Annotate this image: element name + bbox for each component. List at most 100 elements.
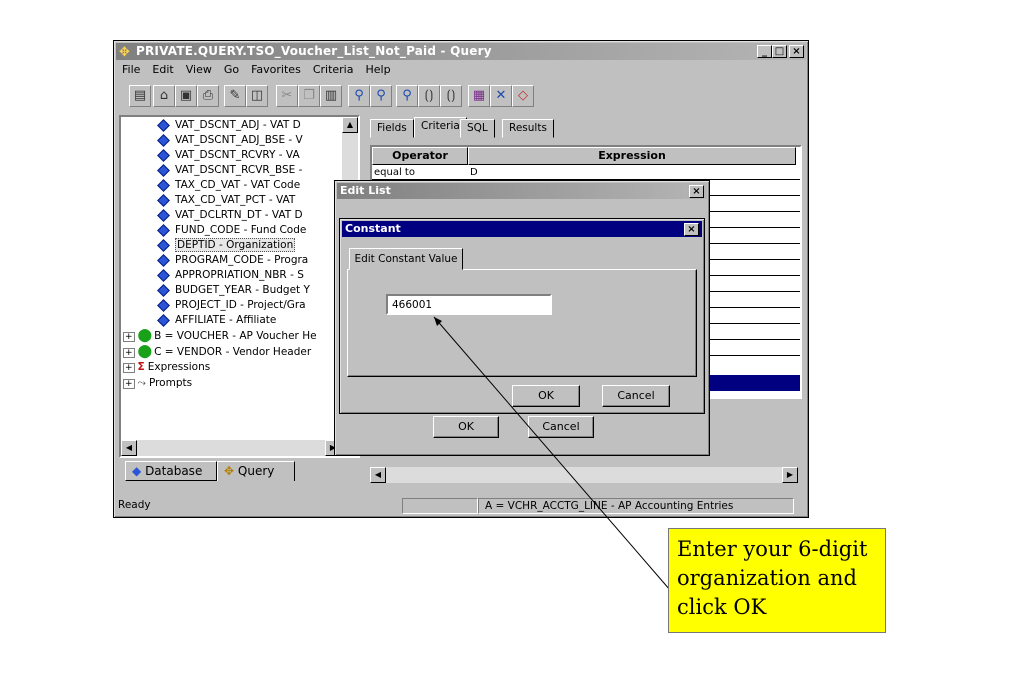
- run-icon[interactable]: ▦: [468, 85, 490, 107]
- tree-field-item[interactable]: VAT_DSCNT_ADJ_BSE - V: [157, 133, 303, 148]
- status-bar: Ready A = VCHR_ACCTG_LINE - AP Accountin…: [116, 497, 806, 515]
- ungroup-icon[interactable]: ⟮⟯: [440, 85, 462, 107]
- criteria-operator-cell[interactable]: equal to: [372, 166, 470, 179]
- grid-horizontal-scrollbar[interactable]: ◀ ▶: [370, 467, 798, 483]
- menu-go[interactable]: Go: [218, 63, 245, 76]
- column-header-operator[interactable]: Operator: [372, 147, 468, 165]
- erase-icon[interactable]: ◇: [512, 85, 534, 107]
- tree-prompts[interactable]: + ⤳ Prompts: [123, 376, 192, 391]
- tree-field-item[interactable]: AFFILIATE - Affiliate: [157, 313, 276, 328]
- delete-criteria-icon[interactable]: ⚲: [370, 85, 392, 107]
- constant-dialog: Constant × Edit Constant Value OK Cancel: [339, 218, 705, 414]
- constant-ok-button[interactable]: OK: [512, 385, 580, 407]
- status-record: A = VCHR_ACCTG_LINE - AP Accounting Entr…: [478, 498, 794, 514]
- criteria-expression-cell[interactable]: D: [470, 166, 478, 179]
- expand-icon[interactable]: +: [123, 348, 135, 358]
- status-text: Ready: [118, 499, 151, 511]
- tree-field-item[interactable]: FUND_CODE - Fund Code: [157, 223, 306, 238]
- field-icon: [157, 313, 170, 327]
- scroll-up-icon[interactable]: ▲: [342, 117, 358, 133]
- tree-field-item[interactable]: PROGRAM_CODE - Progra: [157, 253, 308, 268]
- properties-icon[interactable]: ◫: [246, 85, 268, 107]
- field-icon: [157, 223, 170, 237]
- menu-edit[interactable]: Edit: [146, 63, 179, 76]
- tree-expressions[interactable]: + Σ Expressions: [123, 360, 210, 375]
- prompt-icon: ⤳: [137, 377, 146, 389]
- window-titlebar[interactable]: ✥ PRIVATE.QUERY.TSO_Voucher_List_Not_Pai…: [116, 43, 806, 60]
- menu-file[interactable]: File: [116, 63, 146, 76]
- tree-field-item[interactable]: TAX_CD_VAT_PCT - VAT: [157, 193, 295, 208]
- record-icon: ⬤: [137, 344, 153, 359]
- query-icon: ✥: [224, 464, 235, 478]
- tree-field-item[interactable]: VAT_DSCNT_RCVRY - VA: [157, 148, 300, 163]
- tree-horizontal-scrollbar[interactable]: ◀ ▶: [121, 440, 341, 456]
- field-icon: [157, 253, 170, 267]
- tree-field-item[interactable]: TAX_CD_VAT - VAT Code: [157, 178, 300, 193]
- edit-list-titlebar[interactable]: Edit List ×: [337, 183, 707, 199]
- menu-favorites[interactable]: Favorites: [245, 63, 307, 76]
- tab-query[interactable]: ✥ Query: [217, 461, 295, 481]
- tab-fields[interactable]: Fields: [370, 119, 414, 138]
- scroll-right-icon[interactable]: ▶: [782, 467, 798, 483]
- database-icon: ◆: [132, 464, 142, 478]
- window-title: PRIVATE.QUERY.TSO_Voucher_List_Not_Paid …: [136, 44, 492, 58]
- maximize-button[interactable]: □: [772, 45, 787, 58]
- print-icon[interactable]: ⎙: [197, 85, 219, 107]
- save-icon[interactable]: ▣: [175, 85, 197, 107]
- left-panel-tabs: ◆ Database ✥ Query: [119, 461, 360, 483]
- field-icon: [157, 148, 170, 162]
- copy-icon[interactable]: ❐: [298, 85, 320, 107]
- field-icon: [157, 163, 170, 177]
- cut-icon[interactable]: ✂: [276, 85, 298, 107]
- instruction-callout: Enter your 6-digit organization and clic…: [668, 528, 886, 633]
- scroll-left-icon[interactable]: ◀: [121, 440, 137, 456]
- menu-criteria[interactable]: Criteria: [307, 63, 360, 76]
- edit-list-close-icon[interactable]: ×: [689, 185, 704, 198]
- expand-icon[interactable]: +: [123, 363, 135, 373]
- edit-criteria-icon[interactable]: ⚲: [396, 85, 418, 107]
- tree-record-c[interactable]: + ⬤ C = VENDOR - Vendor Header: [123, 344, 311, 359]
- record-icon: ⬤: [137, 328, 153, 343]
- edit-list-title: Edit List: [340, 184, 391, 197]
- constant-cancel-button[interactable]: Cancel: [602, 385, 670, 407]
- tree-field-item[interactable]: APPROPRIATION_NBR - S: [157, 268, 304, 283]
- status-panel: [402, 498, 478, 514]
- tab-sql[interactable]: SQL: [460, 119, 495, 138]
- tree-record-b[interactable]: + ⬤ B = VOUCHER - AP Voucher He: [123, 328, 317, 343]
- constant-value-input[interactable]: [386, 294, 552, 315]
- tab-results[interactable]: Results: [502, 119, 554, 138]
- group-icon[interactable]: ⟮⟯: [418, 85, 440, 107]
- tree-field-item[interactable]: VAT_DSCNT_RCVR_BSE -: [157, 163, 302, 178]
- field-icon: [157, 208, 170, 222]
- scroll-left-icon[interactable]: ◀: [370, 467, 386, 483]
- paste-icon[interactable]: ▥: [320, 85, 342, 107]
- tab-database[interactable]: ◆ Database: [125, 461, 217, 481]
- toolbar: ▤ ⌂ ▣ ⎙ ✎ ◫ ✂ ❐ ▥ ⚲ ⚲ ⚲ ⟮⟯ ⟮⟯ ▦ ✕ ◇: [116, 82, 806, 112]
- open-icon[interactable]: ⌂: [153, 85, 175, 107]
- expand-icon[interactable]: +: [123, 379, 135, 389]
- record-tree[interactable]: VAT_DSCNT_ADJ - VAT D VAT_DSCNT_ADJ_BSE …: [119, 115, 360, 458]
- tab-criteria[interactable]: Criteria: [414, 117, 467, 138]
- constant-titlebar[interactable]: Constant ×: [342, 221, 702, 237]
- new-icon[interactable]: ▤: [129, 85, 151, 107]
- tree-field-item-selected[interactable]: DEPTID - Organization: [157, 238, 296, 253]
- tree-field-item[interactable]: VAT_DSCNT_ADJ - VAT D: [157, 118, 301, 133]
- clear-icon[interactable]: ✕: [490, 85, 512, 107]
- edit-list-cancel-button[interactable]: Cancel: [528, 416, 594, 438]
- tree-field-item[interactable]: VAT_DCLRTN_DT - VAT D: [157, 208, 303, 223]
- expand-icon[interactable]: +: [123, 332, 135, 342]
- close-button[interactable]: ×: [789, 45, 804, 58]
- find-icon[interactable]: ✎: [224, 85, 246, 107]
- menu-help[interactable]: Help: [359, 63, 396, 76]
- column-header-expression[interactable]: Expression: [468, 147, 796, 165]
- edit-list-ok-button[interactable]: OK: [433, 416, 499, 438]
- query-icon: ✥: [119, 45, 130, 60]
- tree-field-item[interactable]: PROJECT_ID - Project/Gra: [157, 298, 306, 313]
- add-criteria-icon[interactable]: ⚲: [348, 85, 370, 107]
- constant-close-icon[interactable]: ×: [684, 223, 699, 236]
- tree-field-item[interactable]: BUDGET_YEAR - Budget Y: [157, 283, 310, 298]
- sigma-icon: Σ: [137, 361, 145, 373]
- minimize-button[interactable]: _: [757, 45, 772, 58]
- tab-edit-constant-value[interactable]: Edit Constant Value: [349, 248, 463, 270]
- menu-view[interactable]: View: [180, 63, 218, 76]
